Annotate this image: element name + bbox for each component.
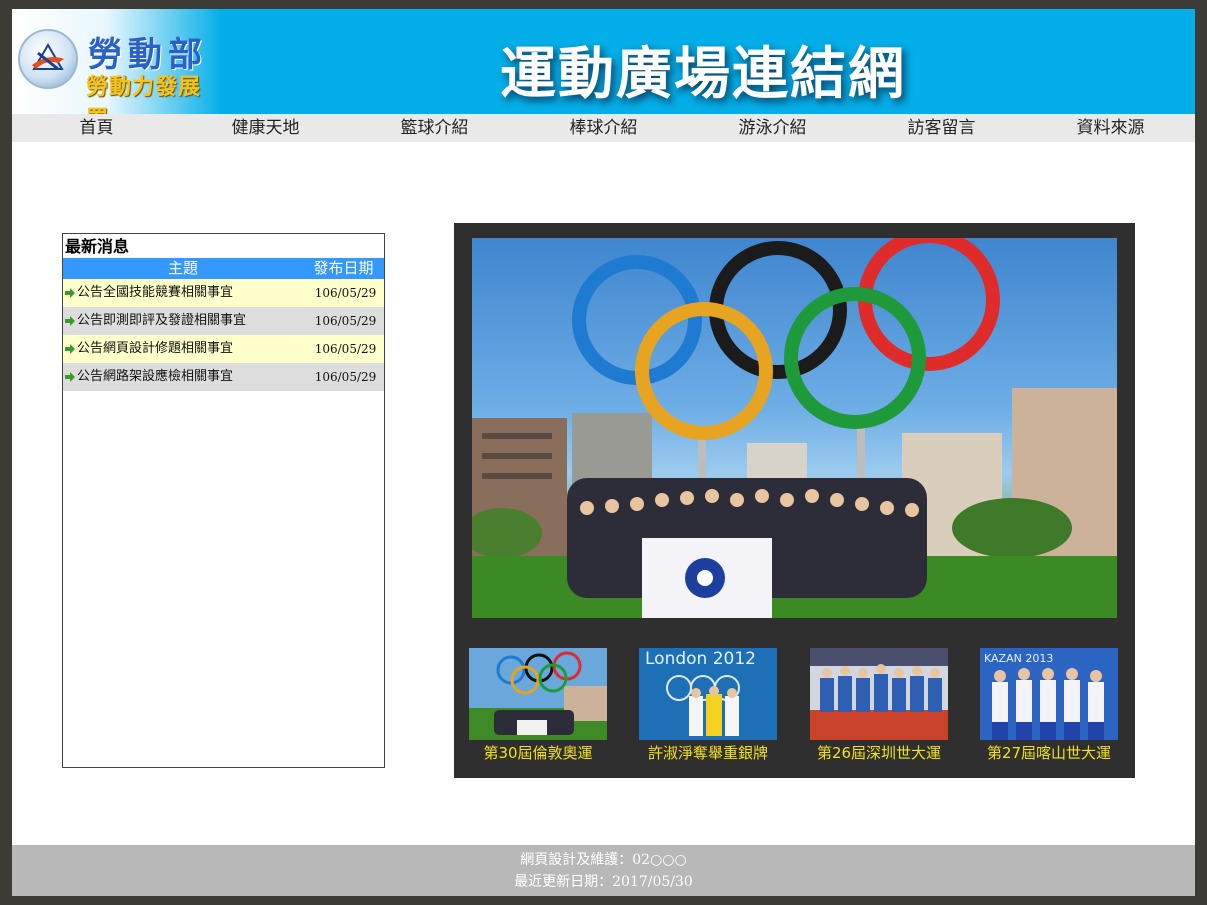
news-title: 最新消息: [65, 237, 130, 256]
logo[interactable]: 勞動部 勞動力發展署: [12, 9, 222, 132]
nav-item-swimming[interactable]: 游泳介紹: [688, 114, 857, 142]
green-arrow-icon: [63, 335, 77, 363]
footer-maintainer: 網頁設計及維護：02○○○: [520, 852, 687, 868]
photo-gallery: 第30屆倫敦奧運 London 2012 許淑淨奪舉重銀牌 第26屆深圳世大運 …: [454, 223, 1135, 778]
thumb-shenzhen-universiade[interactable]: [810, 648, 948, 740]
news-subject-link[interactable]: 公告全國技能競賽相關事宜: [77, 279, 307, 307]
thumb-london-olympics[interactable]: [469, 648, 607, 740]
news-row[interactable]: 公告網頁設計修題相關事宜 106/05/29: [63, 335, 384, 363]
green-arrow-icon: [63, 363, 77, 391]
news-date: 106/05/29: [314, 314, 377, 328]
news-subject-link[interactable]: 公告即測即評及發證相關事宜: [77, 307, 307, 335]
nav-item-baseball[interactable]: 棒球介紹: [519, 114, 688, 142]
news-col-date: 發布日期: [313, 259, 374, 277]
thumb-caption[interactable]: 第30屆倫敦奧運: [463, 742, 613, 763]
nav-item-health[interactable]: 健康天地: [181, 114, 350, 142]
ministry-emblem-icon: [18, 29, 78, 89]
london-2012-overlay-text: London 2012: [645, 649, 756, 669]
main-photo-olympic-rings: [472, 238, 1117, 618]
nav-item-guestbook[interactable]: 訪客留言: [857, 114, 1026, 142]
thumb-weightlifting-silver[interactable]: London 2012: [639, 648, 777, 740]
news-date: 106/05/29: [314, 370, 377, 384]
site-footer: 網頁設計及維護：02○○○ 最近更新日期：2017/05/30: [12, 845, 1195, 896]
news-subject-link[interactable]: 公告網頁設計修題相關事宜: [77, 335, 307, 363]
thumb-kazan-universiade[interactable]: KAZAN 2013: [980, 648, 1118, 740]
thumb-caption[interactable]: 第27屆喀山世大運: [974, 742, 1124, 763]
news-table-header: 主題 發布日期: [63, 258, 384, 279]
news-panel: 最新消息 主題 發布日期 公告全國技能競賽相關事宜 106/05/29 公告即測…: [62, 233, 385, 768]
kazan-2013-overlay-text: KAZAN 2013: [984, 652, 1053, 665]
news-date: 106/05/29: [314, 342, 377, 356]
green-arrow-icon: [63, 307, 77, 335]
thumb-caption[interactable]: 第26屆深圳世大運: [804, 742, 954, 763]
news-col-subject: 主題: [167, 259, 198, 277]
footer-last-updated: 最近更新日期：2017/05/30: [514, 874, 693, 890]
nav-item-basketball[interactable]: 籃球介紹: [350, 114, 519, 142]
news-date: 106/05/29: [314, 286, 377, 300]
nav-item-sources[interactable]: 資料來源: [1026, 114, 1195, 142]
news-subject-link[interactable]: 公告網路架設應檢相關事宜: [77, 363, 307, 391]
news-row[interactable]: 公告全國技能競賽相關事宜 106/05/29: [63, 279, 384, 307]
page-frame: 勞動部 勞動力發展署 運動廣場連結網 首頁 健康天地 籃球介紹 棒球介紹 游泳介…: [12, 9, 1195, 896]
green-arrow-icon: [63, 279, 77, 307]
site-header: 勞動部 勞動力發展署 運動廣場連結網: [12, 9, 1195, 132]
thumb-caption[interactable]: 許淑淨奪舉重銀牌: [633, 742, 783, 763]
news-row[interactable]: 公告即測即評及發證相關事宜 106/05/29: [63, 307, 384, 335]
main-nav: 首頁 健康天地 籃球介紹 棒球介紹 游泳介紹 訪客留言 資料來源: [12, 114, 1195, 142]
site-title: 運動廣場連結網: [500, 42, 906, 107]
news-row[interactable]: 公告網路架設應檢相關事宜 106/05/29: [63, 363, 384, 391]
nav-item-home[interactable]: 首頁: [12, 114, 181, 142]
